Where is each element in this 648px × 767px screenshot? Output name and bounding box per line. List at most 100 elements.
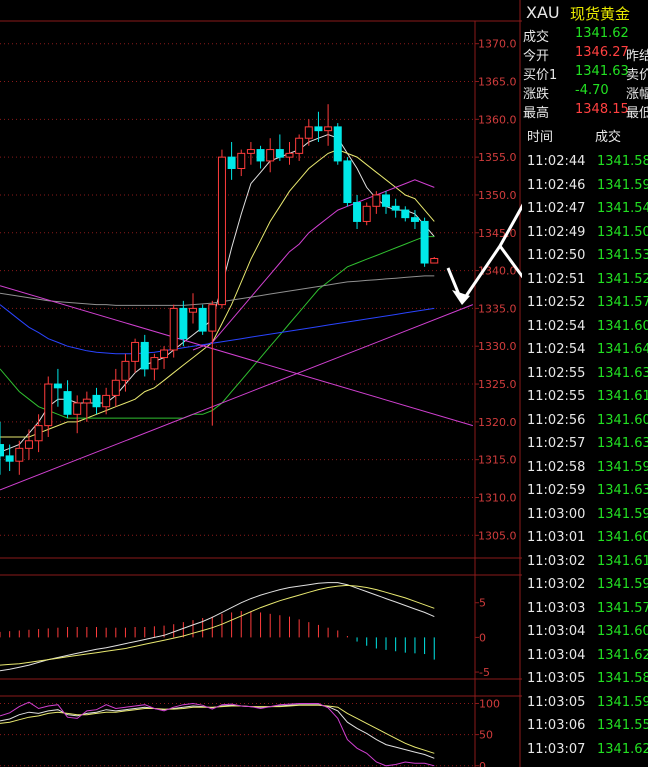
candle-body [382, 194, 390, 207]
quote-row: 最高 1348.15 最低 [522, 101, 648, 121]
trade-time: 11:02:54 [527, 318, 586, 334]
quote-label: 最高 [523, 106, 550, 121]
trade-price: 1341.54 [597, 201, 648, 216]
ma-line-magenta [192, 179, 435, 351]
trade-row[interactable]: 11:02:55 1341.63 [522, 362, 648, 386]
quote-panel: XAU 现货黄金 成交 1341.62 今开 1346.27 昨结 买价1 1341.63 卖… [522, 0, 648, 767]
trade-row[interactable]: 11:02:54 1341.60 [522, 315, 648, 339]
quote-label: 成交 [523, 30, 550, 45]
candle-body [353, 202, 362, 222]
trade-row[interactable]: 11:03:04 1341.62 [522, 644, 648, 668]
trade-row[interactable]: 11:02:44 1341.58 [522, 150, 648, 174]
symbol-label: XAU [526, 3, 560, 22]
candle-body [5, 455, 14, 462]
trade-row[interactable]: 11:03:04 1341.60 [522, 620, 648, 644]
trade-time: 11:02:44 [527, 154, 586, 169]
kdj-d-line [0, 704, 435, 754]
candle-body [189, 307, 197, 313]
trade-row[interactable]: 11:03:01 1341.60 [522, 526, 648, 550]
candle-body [410, 217, 419, 222]
candle-body [295, 137, 304, 154]
trade-time: 11:03:00 [527, 506, 586, 522]
candle-body [140, 341, 149, 370]
price-tick-label: 1335.0 [478, 302, 517, 315]
price-tick-label: 1355.0 [478, 151, 517, 164]
trade-row[interactable]: 11:03:05 1341.58 [522, 667, 648, 691]
macd-dea-line [0, 584, 435, 666]
trade-time: 11:02:56 [527, 412, 586, 428]
price-tick-label: 1325.0 [478, 378, 517, 391]
annotation-arrow-right [498, 245, 522, 279]
trade-row[interactable]: 11:02:58 1341.59 [522, 456, 648, 480]
trade-price: 1341.59 [597, 577, 648, 592]
candle-body [121, 360, 130, 381]
instrument-name: 现货黄金 [570, 5, 631, 23]
trade-row[interactable]: 11:02:55 1341.61 [522, 385, 648, 409]
candle-body [73, 402, 82, 415]
trade-time: 11:03:01 [527, 530, 586, 545]
candle-body [82, 398, 91, 404]
quote-title-row: XAU 现货黄金 [522, 0, 648, 24]
trade-row[interactable]: 11:03:06 1341.55 [522, 714, 648, 738]
quote-value: 1348.15 [575, 102, 629, 117]
quote-label: 涨跌 [523, 87, 550, 102]
trade-price: 1341.60 [597, 412, 648, 428]
trade-row[interactable]: 11:02:51 1341.52 [522, 268, 648, 292]
quote-extra-label: 最低 [626, 106, 648, 121]
trade-row[interactable]: 11:03:05 1341.59 [522, 691, 648, 715]
kdj-j-line [0, 701, 435, 767]
price-tick-label: 1320.0 [478, 416, 517, 429]
candle-body [227, 156, 236, 169]
trade-row[interactable]: 11:03:07 1341.62 [522, 738, 648, 762]
candle-body [131, 341, 140, 362]
trade-time: 11:03:05 [527, 671, 586, 686]
trade-time: 11:03:04 [527, 647, 586, 663]
trade-row[interactable]: 11:02:59 1341.63 [522, 479, 648, 503]
candle-body [0, 444, 4, 457]
candle-body [160, 349, 169, 359]
candle-body [237, 152, 246, 169]
candle-body [372, 194, 381, 207]
candle-body [362, 205, 371, 222]
candle-body [198, 307, 207, 332]
trade-row[interactable]: 11:02:46 1341.59 [522, 174, 648, 198]
price-tick-label: 1360.0 [478, 113, 517, 126]
candle-body [285, 152, 294, 158]
candle-body [179, 307, 188, 340]
trade-row[interactable]: 11:02:52 1341.57 [522, 291, 648, 315]
trade-row[interactable]: 11:02:56 1341.60 [522, 409, 648, 433]
kdj-tick-label: 0 [479, 760, 486, 767]
trade-row[interactable]: 11:02:57 1341.63 [522, 432, 648, 456]
trade-time: 11:03:04 [527, 624, 586, 639]
trade-row[interactable]: 11:02:50 1341.53 [522, 244, 648, 268]
candle-body [102, 394, 111, 408]
macd-tick-label: -5 [479, 666, 490, 679]
trade-row[interactable]: 11:02:49 1341.50 [522, 221, 648, 245]
candle-body [111, 379, 120, 396]
quote-extra-label: 卖价 [626, 68, 648, 83]
trade-price: 1341.64 [597, 342, 648, 357]
trade-row[interactable]: 11:02:47 1341.54 [522, 197, 648, 221]
trade-time: 11:02:50 [527, 248, 586, 263]
trade-time: 11:02:55 [527, 365, 586, 381]
trade-time: 11:03:02 [527, 553, 586, 569]
trade-price: 1341.63 [597, 436, 648, 451]
trade-row[interactable]: 11:02:54 1341.64 [522, 338, 648, 362]
quote-value: 1346.27 [575, 45, 629, 60]
candle-body [44, 383, 53, 427]
trade-row[interactable]: 11:03:03 1341.57 [522, 597, 648, 621]
quote-label: 买价1 [523, 68, 558, 83]
trade-row[interactable]: 11:03:00 1341.59 [522, 503, 648, 527]
trade-price: 1341.58 [597, 671, 648, 686]
candle-body [420, 220, 429, 264]
trade-price: 1341.50 [597, 224, 648, 240]
trade-time: 11:02:57 [527, 436, 586, 451]
trade-price: 1341.59 [597, 506, 648, 522]
candle-body [430, 257, 439, 264]
candle-body [324, 126, 333, 132]
trade-row[interactable]: 11:03:02 1341.59 [522, 573, 648, 597]
chart-area: 1305.0 1310.0 1315.0 1320.0 1325.0 1330.0 1335… [0, 0, 522, 767]
trade-row[interactable]: 11:03:02 1341.61 [522, 550, 648, 574]
price-tick-label: 1365.0 [478, 76, 517, 89]
price-tick-label: 1310.0 [478, 491, 517, 504]
